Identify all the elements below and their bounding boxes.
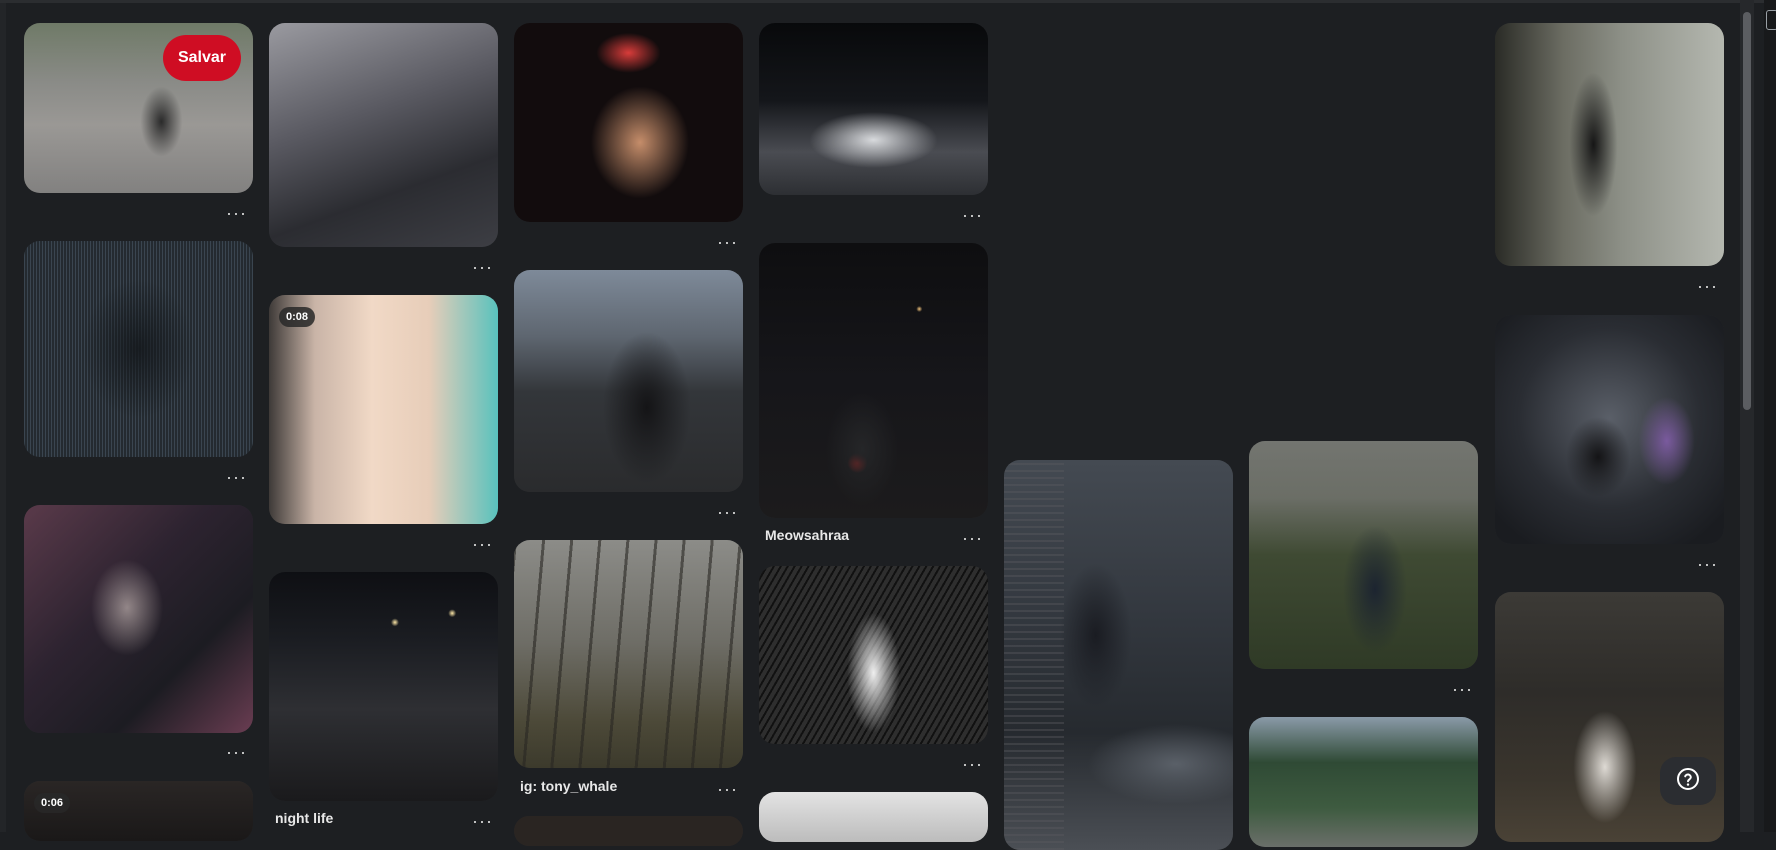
pin-card[interactable] [759, 23, 988, 195]
question-circle-icon [1676, 767, 1700, 796]
pin-card[interactable] [759, 566, 988, 744]
more-options-button[interactable]: ··· [472, 812, 493, 830]
pin-card[interactable] [514, 816, 743, 846]
page-edge [0, 0, 6, 832]
pin-card[interactable] [514, 23, 743, 222]
pin-card[interactable] [269, 23, 498, 247]
more-options-button[interactable]: ··· [226, 468, 247, 486]
pin-image [269, 295, 498, 524]
side-panel-edge [1764, 0, 1776, 832]
pin-caption: ig: tony_whale [520, 778, 618, 794]
pin-card[interactable] [24, 241, 253, 457]
pin-card[interactable] [1004, 460, 1233, 850]
more-options-button[interactable]: ··· [226, 743, 247, 761]
pin-card[interactable] [1495, 23, 1724, 266]
more-options-button[interactable]: ··· [1697, 277, 1718, 295]
pin-card[interactable] [514, 540, 743, 768]
help-button[interactable] [1660, 757, 1716, 805]
pin-card[interactable] [1249, 717, 1478, 847]
pin-card[interactable]: 0:08 [269, 295, 498, 524]
header-divider [0, 0, 1776, 3]
save-button[interactable]: Salvar [163, 35, 241, 81]
pin-image [759, 792, 988, 842]
pin-image [269, 23, 498, 247]
side-panel-icon[interactable] [1766, 10, 1776, 30]
more-options-button[interactable]: ··· [717, 503, 738, 521]
more-options-button[interactable]: ··· [962, 206, 983, 224]
more-options-button[interactable]: ··· [717, 233, 738, 251]
pin-card[interactable] [24, 505, 253, 733]
more-options-button[interactable]: ··· [472, 535, 493, 553]
more-options-button[interactable]: ··· [962, 755, 983, 773]
more-options-button[interactable]: ··· [1697, 555, 1718, 573]
video-duration-badge: 0:06 [34, 793, 71, 813]
pin-card[interactable] [1249, 441, 1478, 669]
pin-card[interactable]: 0:06 [24, 781, 253, 841]
pin-image [1249, 717, 1478, 847]
more-options-button[interactable]: ··· [1452, 680, 1473, 698]
pin-card[interactable] [514, 270, 743, 492]
pin-image [514, 816, 743, 846]
pin-caption: Meowsahraa [765, 527, 850, 543]
scrollbar-thumb[interactable] [1743, 12, 1751, 410]
video-duration-badge: 0:08 [279, 307, 316, 327]
more-options-button[interactable]: ··· [717, 780, 738, 798]
pin-caption: night life [275, 810, 334, 826]
pin-card[interactable] [759, 792, 988, 842]
more-options-button[interactable]: ··· [472, 258, 493, 276]
more-options-button[interactable]: ··· [226, 204, 247, 222]
pin-card[interactable] [1495, 315, 1724, 544]
pin-card[interactable] [269, 572, 498, 801]
more-options-button[interactable]: ··· [962, 529, 983, 547]
pin-card[interactable] [759, 243, 988, 518]
